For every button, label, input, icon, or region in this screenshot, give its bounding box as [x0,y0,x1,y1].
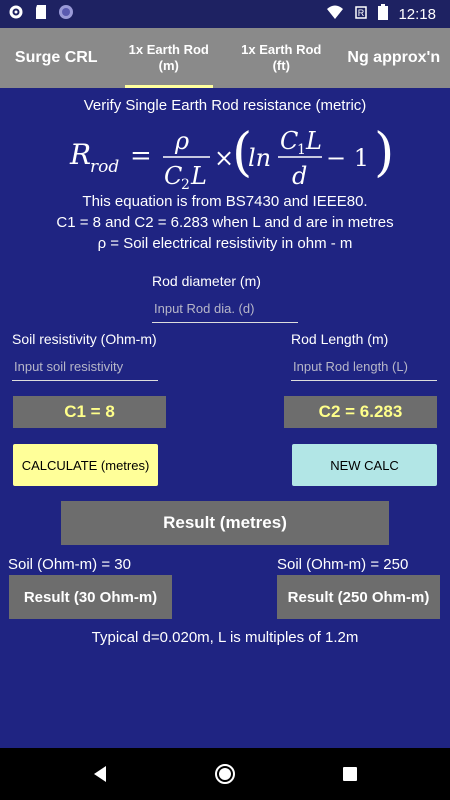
tab-earth-rod-m[interactable]: 1x Earth Rod (m) [113,28,226,88]
svg-text:C: C [164,162,182,190]
svg-text:L: L [190,162,207,190]
soil-resistivity-input[interactable]: Input soil resistivity [12,354,158,381]
back-icon[interactable] [92,765,108,788]
status-time: 12:18 [398,5,436,23]
home-icon[interactable] [214,763,236,790]
page-title: Verify Single Earth Rod resistance (metr… [83,97,367,114]
rod-diameter-input[interactable]: Input Rod dia. (d) [152,296,298,323]
tab-ng-approx[interactable]: Ng approx'n [338,28,450,88]
svg-text:C: C [280,127,298,155]
gear-icon [8,4,24,25]
info-line-3: ρ = Soil electrical resistivity in ohm -… [97,235,353,252]
result-250-button[interactable]: Result (250 Ohm-m) [277,575,440,619]
svg-text:2: 2 [181,177,190,192]
sd-card-icon [34,4,48,25]
svg-text:R: R [358,8,365,18]
rod-length-label: Rod Length (m) [291,331,389,347]
calculate-button[interactable]: CALCULATE (metres) [13,444,158,486]
rod-diameter-label: Rod diameter (m) [152,273,261,289]
svg-text:L: L [305,127,322,155]
svg-text:R: R [69,138,91,171]
info-line-2: C1 = 8 and C2 = 6.283 when L and d are i… [56,214,394,231]
svg-text:− 1: − 1 [326,144,369,172]
result-30-button[interactable]: Result (30 Ohm-m) [9,575,172,619]
new-calc-button[interactable]: NEW CALC [292,444,437,486]
svg-text:1: 1 [297,142,306,158]
circle-app-icon [58,4,74,25]
soil-250-label: Soil (Ohm-m) = 250 [277,556,409,573]
info-line-1: This equation is from BS7430 and IEEE80. [82,193,368,210]
battery-icon [378,4,389,24]
footer-note: Typical d=0.020m, L is multiples of 1.2m [91,629,359,646]
svg-text:d: d [292,162,307,190]
status-bar: R 12:18 [0,0,450,28]
signal-icon: R [354,4,368,24]
tab-bar: Surge CRL 1x Earth Rod (m) 1x Earth Rod … [0,28,450,88]
tab-earth-rod-ft[interactable]: 1x Earth Rod (ft) [225,28,338,88]
svg-text:ρ: ρ [174,127,189,155]
rod-length-input[interactable]: Input Rod length (L) [291,354,437,381]
soil-30-label: Soil (Ohm-m) = 30 [8,556,131,573]
svg-text:rod: rod [90,157,119,177]
c2-constant-box: C2 = 6.283 [284,396,437,428]
result-metres-button[interactable]: Result (metres) [61,501,389,545]
recents-icon[interactable] [342,766,358,787]
svg-text:ln: ln [248,144,271,172]
c1-constant-box: C1 = 8 [13,396,166,428]
formula-equation: R rod = ρ C 2 L × ( ln C 1 L d − 1 ) [69,123,394,192]
wifi-icon [326,4,344,24]
soil-resistivity-label: Soil resistivity (Ohm-m) [12,331,157,347]
svg-text:): ) [374,123,394,183]
navigation-bar [0,748,450,800]
tab-surge-crl[interactable]: Surge CRL [0,28,113,88]
svg-text:=: = [130,141,152,171]
